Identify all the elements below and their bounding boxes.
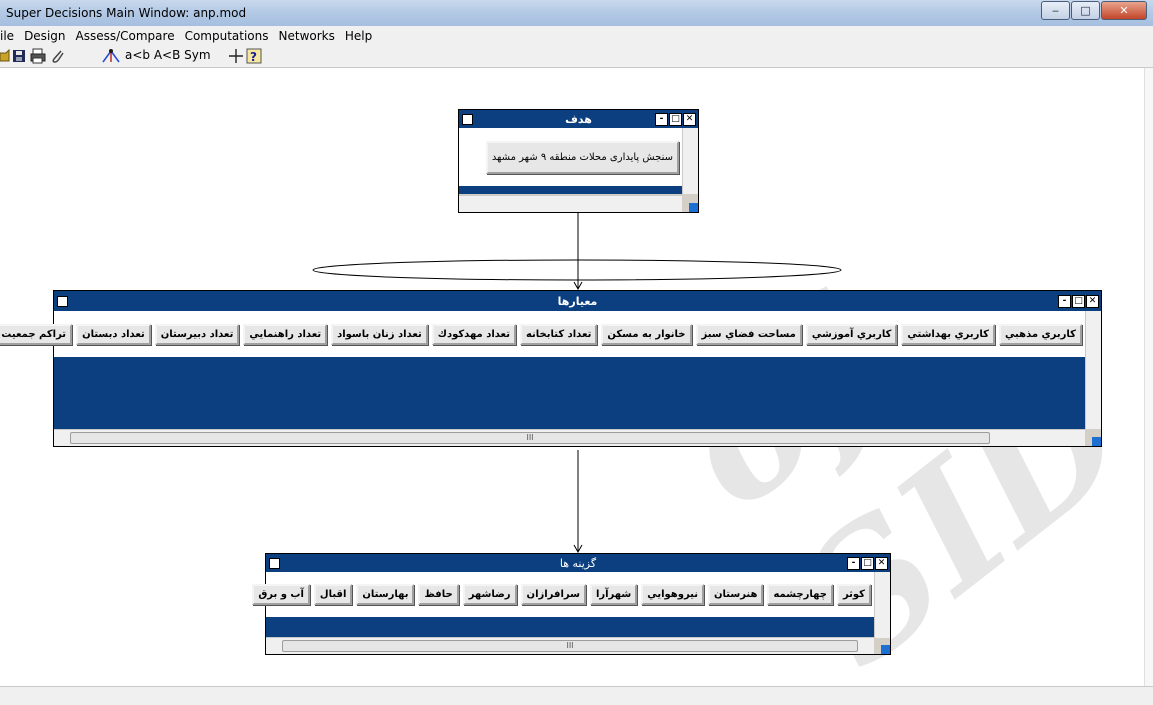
criteria-node[interactable]: تعداد كتابخانه <box>519 323 598 345</box>
status-bar <box>0 686 1153 705</box>
resize-grip[interactable] <box>881 645 890 654</box>
cluster-maximize-icon[interactable]: □ <box>669 113 682 126</box>
cluster-maximize-icon[interactable]: □ <box>861 557 874 570</box>
alternatives-node-row: كوثر چهارچشمه هنرستان نيروهوايي شهرآرا س… <box>252 572 874 617</box>
alternative-node[interactable]: چهارچشمه <box>767 584 833 605</box>
alternatives-horizontal-scrollbar[interactable]: III <box>266 637 874 654</box>
alternatives-cluster-title: گزینه ها <box>559 557 597 570</box>
criteria-cluster-body: كاربري مذهبي كاربري بهداشتي كاربري آموزش… <box>0 311 1085 429</box>
cluster-maximize-icon[interactable]: □ <box>1072 295 1085 308</box>
alternative-node[interactable]: رضاشهر <box>462 584 517 605</box>
criteria-node[interactable]: تعداد دبيرستان <box>154 323 240 345</box>
criteria-node[interactable]: تراكم جمعيت <box>0 323 73 345</box>
criteria-cluster-title: معیارها <box>557 295 598 308</box>
goal-cluster-header: هدف - □ ✕ <box>459 110 698 128</box>
criteria-cluster[interactable]: معیارها - □ ✕ كاربري مذهبي كاربري بهداشت… <box>0 290 1102 447</box>
criteria-node[interactable]: تعداد زنان باسواد <box>331 323 428 345</box>
alternatives-cluster-body: كوثر چهارچشمه هنرستان نيروهوايي شهرآرا س… <box>252 572 874 638</box>
criteria-node[interactable]: تعداد مهدكودك <box>431 323 516 345</box>
alternative-node[interactable]: شهرآرا <box>589 584 638 605</box>
alternative-node[interactable]: حافظ <box>418 584 459 605</box>
alternative-node[interactable]: نيروهوايي <box>641 584 704 605</box>
criteria-node[interactable]: كاربري بهداشتي <box>901 323 995 345</box>
goal-vertical-scrollbar[interactable] <box>682 128 698 194</box>
cluster-close-icon[interactable]: ✕ <box>875 557 888 570</box>
alternative-node[interactable]: سرافرازان <box>520 584 586 605</box>
resize-grip[interactable] <box>1092 437 1101 446</box>
alternatives-vertical-scrollbar[interactable] <box>874 572 890 638</box>
cluster-close-icon[interactable]: ✕ <box>1086 295 1099 308</box>
feedback-loop-ellipse <box>312 259 842 281</box>
alternative-node[interactable]: آب و برق <box>252 584 310 605</box>
criteria-scroll-thumb[interactable]: III <box>70 432 990 444</box>
alternative-node[interactable]: اقبال <box>313 584 353 605</box>
alternative-node[interactable]: كوثر <box>836 584 871 605</box>
alternatives-cluster-header: گزینه ها - □ ✕ <box>266 554 890 572</box>
resize-grip[interactable] <box>689 203 698 212</box>
cluster-minimize-icon[interactable]: - <box>1058 295 1071 308</box>
criteria-node[interactable]: كاربري مذهبي <box>998 323 1082 345</box>
criteria-node[interactable]: تعداد راهنمايي <box>243 323 328 345</box>
alternatives-cluster[interactable]: گزینه ها - □ ✕ كوثر چهارچشمه هنرستان نير… <box>252 553 891 655</box>
criteria-cluster-header: معیارها - □ ✕ <box>54 291 1101 311</box>
criteria-horizontal-scrollbar[interactable]: III <box>54 429 1085 446</box>
criteria-node[interactable]: خانوار به مسكن <box>601 323 692 345</box>
cluster-minimize-icon[interactable]: - <box>655 113 668 126</box>
canvas-vertical-scrollbar[interactable] <box>1144 68 1153 686</box>
goal-horizontal-scrollbar[interactable] <box>459 195 682 212</box>
criteria-node[interactable]: كاربري آموزشي <box>805 323 898 345</box>
alternative-node[interactable]: هنرستان <box>708 584 764 605</box>
criteria-node[interactable]: مساحت فضاي سبز <box>695 323 802 345</box>
cluster-minimize-icon[interactable]: - <box>847 557 860 570</box>
goal-node-row: سنجش پایداری محلات منطقه ۹ شهر مشهد <box>459 128 682 186</box>
alternative-node[interactable]: بهارستان <box>356 584 415 605</box>
criteria-node-row: كاربري مذهبي كاربري بهداشتي كاربري آموزش… <box>0 311 1085 357</box>
alternatives-scroll-thumb[interactable]: III <box>282 640 858 652</box>
cluster-close-icon[interactable]: ✕ <box>683 113 696 126</box>
criteria-node[interactable]: تعداد دبستان <box>76 323 151 345</box>
goal-cluster-body: سنجش پایداری محلات منطقه ۹ شهر مشهد <box>459 128 682 194</box>
goal-node[interactable]: سنجش پایداری محلات منطقه ۹ شهر مشهد <box>485 140 679 174</box>
goal-cluster[interactable]: هدف - □ ✕ سنجش پایداری محلات منطقه ۹ شهر… <box>458 109 699 213</box>
criteria-vertical-scrollbar[interactable] <box>1085 311 1101 429</box>
